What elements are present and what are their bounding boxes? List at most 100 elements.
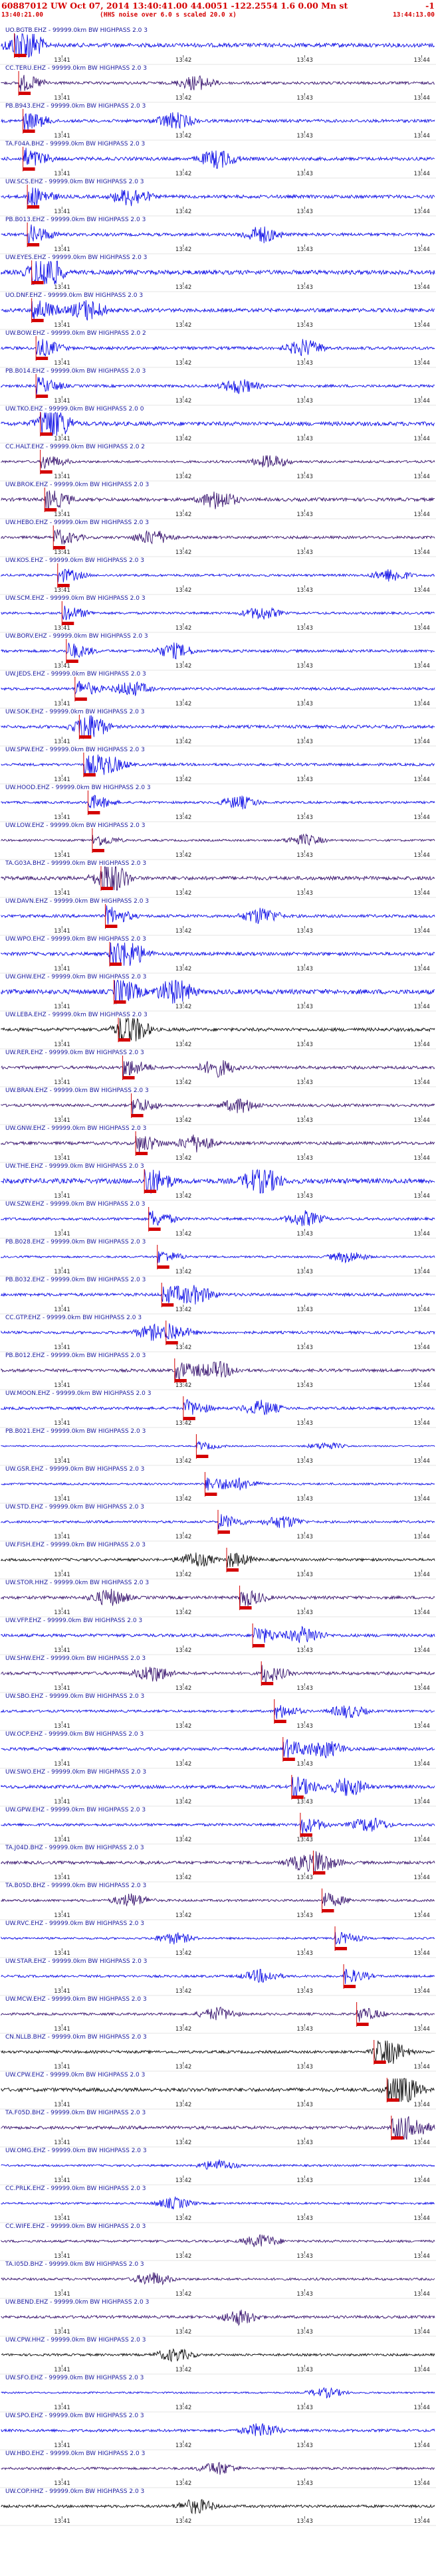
waveform-trace bbox=[1, 1134, 435, 1153]
channel-label: UW.HEBO.EHZ - 99999.0km BW HIGHPASS 2.0 … bbox=[5, 519, 149, 526]
phase-pick-marker bbox=[88, 811, 100, 814]
waveform-trace bbox=[1, 2347, 435, 2363]
time-mark-label: 13:42 bbox=[175, 1572, 192, 1578]
waveform-trace bbox=[1, 715, 435, 740]
time-mark-label: 13:41 bbox=[54, 1572, 70, 1578]
time-mark-label: 13:41 bbox=[54, 1647, 70, 1654]
phase-pick-marker bbox=[174, 1379, 187, 1382]
waveform-trace bbox=[1, 2387, 435, 2399]
channel-label: UW.HOOD.EHZ - 99999.0km BW HIGHPASS 2.0 … bbox=[5, 784, 151, 791]
time-mark-label: 13:42 bbox=[175, 1685, 192, 1692]
channel-label: UW.SCS.EHZ - 99999.0km BW HIGHPASS 2.0 3 bbox=[5, 179, 144, 185]
channel-label: TA.G03A.BHZ - 99999.0km BW HIGHPASS 2.0 … bbox=[5, 860, 146, 867]
phase-pick-marker bbox=[110, 963, 122, 966]
channel-row: UW.FISH.EHZ - 99999.0km BW HIGHPASS 2.0 … bbox=[0, 1542, 436, 1580]
time-mark-label: 13:41 bbox=[54, 95, 70, 102]
waveform-trace bbox=[1, 1817, 435, 1834]
time-mark-label: 13:41 bbox=[54, 2442, 70, 2449]
phase-pick-marker bbox=[40, 470, 53, 474]
channel-label: CC.PRLK.EHZ - 99999.0km BW HIGHPASS 2.0 … bbox=[5, 2185, 146, 2192]
time-mark-label: 13:44 bbox=[413, 209, 430, 215]
time-mark-label: 13:43 bbox=[296, 1079, 313, 1086]
phase-pick-marker bbox=[227, 1568, 239, 1572]
time-mark-label: 13:43 bbox=[296, 1042, 313, 1048]
phase-pick-marker bbox=[23, 130, 35, 133]
time-mark-label: 13:42 bbox=[175, 1079, 192, 1086]
time-mark-label: 13:43 bbox=[296, 57, 313, 64]
channel-label: CC.HALT.EHZ - 99999.0km BW HIGHPASS 2.0 … bbox=[5, 444, 145, 450]
channel-row: UW.SWO.EHZ - 99999.0km BW HIGHPASS 2.0 3… bbox=[0, 1769, 436, 1807]
channel-row: CC.WIFE.EHZ - 99999.0km BW HIGHPASS 2.0 … bbox=[0, 2223, 436, 2261]
phase-pick-marker bbox=[162, 1303, 174, 1307]
time-mark-label: 13:44 bbox=[413, 1420, 430, 1427]
waveform-trace bbox=[1, 33, 435, 58]
channel-label: UO.DNF.EHZ - 99999.0km BW HIGHPASS 2.0 3 bbox=[5, 292, 143, 299]
channel-label: PB.B021.EHZ - 99999.0km BW HIGHPASS 2.0 … bbox=[5, 1428, 146, 1435]
time-mark-label: 13:41 bbox=[54, 1723, 70, 1730]
time-mark-label: 13:42 bbox=[175, 436, 192, 442]
channel-label: UW.DAVN.EHZ - 99999.0km BW HIGHPASS 2.0 … bbox=[5, 898, 149, 905]
channel-label: UW.BEND.EHZ - 99999.0km BW HIGHPASS 2.0 … bbox=[5, 2299, 149, 2306]
time-mark-label: 13:41 bbox=[54, 777, 70, 783]
time-mark-label: 13:43 bbox=[296, 1344, 313, 1351]
waveform-trace bbox=[1, 1440, 435, 1451]
time-mark-label: 13:43 bbox=[296, 1307, 313, 1313]
time-mark-label: 13:44 bbox=[413, 928, 430, 935]
time-mark-label: 13:42 bbox=[175, 171, 192, 177]
channel-row: UW.GPW.EHZ - 99999.0km BW HIGHPASS 2.0 3… bbox=[0, 1807, 436, 1845]
time-mark-label: 13:44 bbox=[413, 1685, 430, 1692]
phase-pick-marker bbox=[131, 1114, 144, 1117]
time-mark-label: 13:43 bbox=[296, 2480, 313, 2487]
time-mark-label: 13:41 bbox=[54, 2405, 70, 2411]
time-mark-label: 13:43 bbox=[296, 928, 313, 935]
channel-row: UO.DNF.EHZ - 99999.0km BW HIGHPASS 2.0 3… bbox=[0, 292, 436, 330]
time-mark-label: 13:44 bbox=[413, 2064, 430, 2070]
channel-label: UW.EYES.EHZ - 99999.0km BW HIGHPASS 2.0 … bbox=[5, 254, 147, 261]
phase-pick-marker bbox=[27, 205, 40, 209]
time-mark-label: 13:43 bbox=[296, 852, 313, 859]
time-mark-label: 13:41 bbox=[54, 1344, 70, 1351]
phase-pick-marker bbox=[118, 1038, 131, 1042]
channel-label: PB.B028.EHZ - 99999.0km BW HIGHPASS 2.0 … bbox=[5, 1239, 146, 1245]
time-mark-label: 13:44 bbox=[413, 1117, 430, 1124]
waveform-trace bbox=[1, 1018, 435, 1042]
time-mark-label: 13:43 bbox=[296, 511, 313, 518]
phase-pick-marker bbox=[335, 1947, 348, 1950]
channel-label: TA.F04A.BHZ - 99999.0km BW HIGHPASS 2.0 … bbox=[5, 141, 145, 147]
channel-row: UW.BORV.EHZ - 99999.0km BW HIGHPASS 2.0 … bbox=[0, 633, 436, 671]
channel-row: TA.I05D.BHZ - 99999.0km BW HIGHPASS 2.0 … bbox=[0, 2261, 436, 2299]
phase-pick-marker bbox=[157, 1265, 169, 1269]
time-mark-label: 13:43 bbox=[296, 739, 313, 745]
phase-pick-marker bbox=[53, 546, 66, 549]
channel-row: PB.B028.EHZ - 99999.0km BW HIGHPASS 2.0 … bbox=[0, 1239, 436, 1277]
waveform-trace bbox=[1, 1851, 435, 1875]
channel-label: TA.J04D.BHZ - 99999.0km BW HIGHPASS 2.0 … bbox=[5, 1845, 144, 1851]
time-mark-label: 13:44 bbox=[413, 1382, 430, 1389]
channel-label: CN.NLLB.BHZ - 99999.0km BW HIGHPASS 2.0 … bbox=[5, 2034, 147, 2041]
time-mark-label: 13:42 bbox=[175, 2026, 192, 2033]
channel-label: UW.SCM.EHZ - 99999.0km BW HIGHPASS 2.0 3 bbox=[5, 595, 146, 602]
waveform-trace bbox=[1, 2498, 435, 2514]
waveform-trace bbox=[1, 2234, 435, 2247]
phase-pick-marker bbox=[344, 1985, 356, 1988]
time-mark-label: 13:44 bbox=[413, 1269, 430, 1275]
time-mark-label: 13:43 bbox=[296, 2518, 313, 2525]
waveform-trace bbox=[1, 260, 435, 285]
time-mark-label: 13:42 bbox=[175, 1799, 192, 1805]
time-mark-label: 13:43 bbox=[296, 1155, 313, 1162]
time-mark-label: 13:43 bbox=[296, 2442, 313, 2449]
time-mark-label: 13:41 bbox=[54, 284, 70, 291]
time-mark-label: 13:43 bbox=[296, 1269, 313, 1275]
time-mark-label: 13:43 bbox=[296, 360, 313, 367]
time-mark-label: 13:41 bbox=[54, 57, 70, 64]
channel-row: UW.SCM.EHZ - 99999.0km BW HIGHPASS 2.0 3… bbox=[0, 595, 436, 633]
channel-label: UW.BORV.EHZ - 99999.0km BW HIGHPASS 2.0 … bbox=[5, 633, 148, 640]
time-mark-label: 13:44 bbox=[413, 133, 430, 139]
channel-row: UW.DAVN.EHZ - 99999.0km BW HIGHPASS 2.0 … bbox=[0, 898, 436, 936]
time-mark-label: 13:42 bbox=[175, 1382, 192, 1389]
time-mark-label: 13:43 bbox=[296, 549, 313, 556]
phase-pick-marker bbox=[114, 1000, 126, 1004]
time-mark-label: 13:43 bbox=[296, 2405, 313, 2411]
phase-pick-marker bbox=[239, 1606, 252, 1610]
phase-pick-marker bbox=[19, 92, 31, 95]
